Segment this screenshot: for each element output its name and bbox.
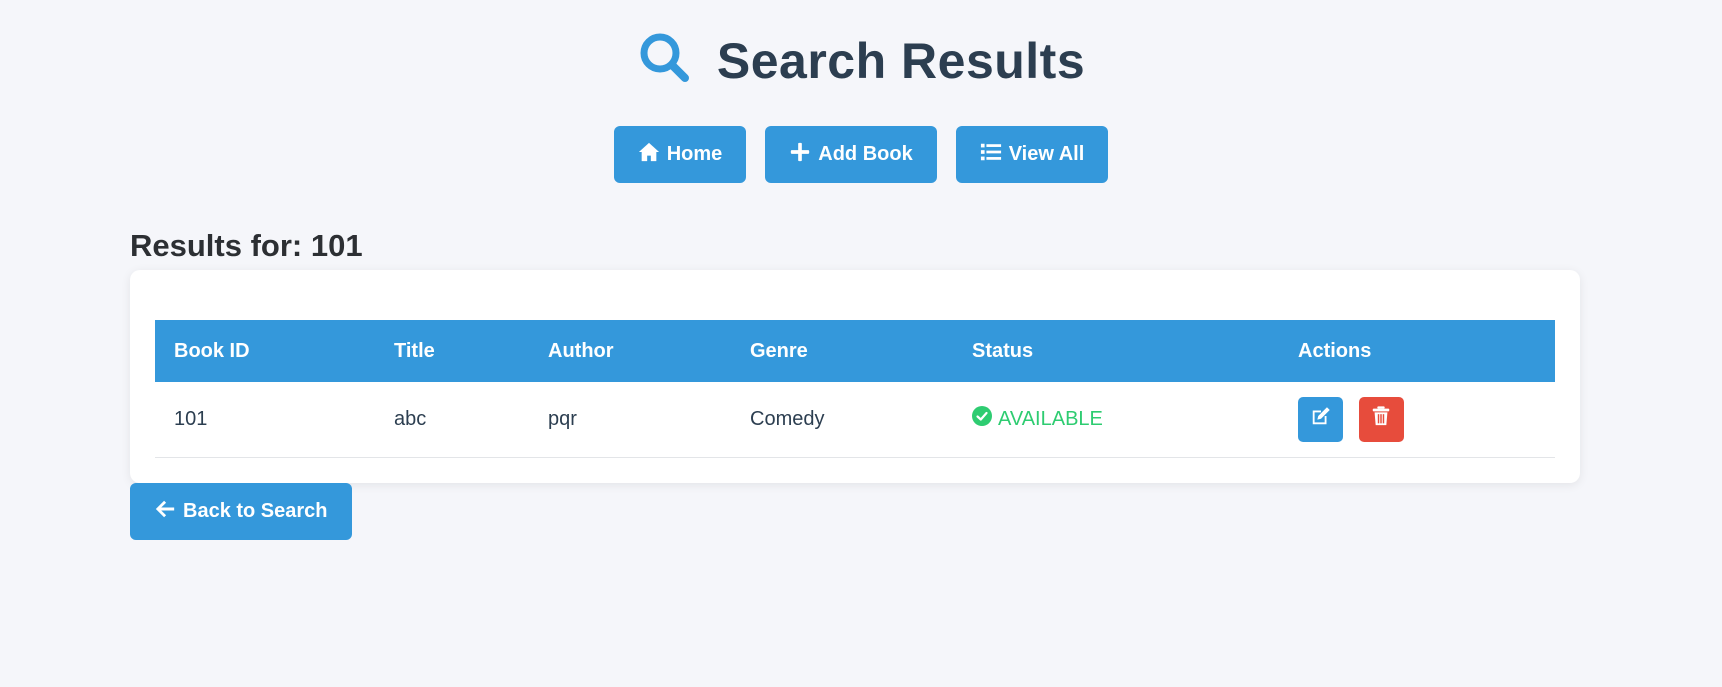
check-circle-icon [972, 406, 992, 432]
list-icon [980, 141, 1002, 169]
results-heading: Results for: 101 [130, 228, 363, 263]
search-icon [637, 30, 693, 91]
add-book-button[interactable]: Add Book [765, 126, 937, 183]
cell-title: abc [394, 407, 427, 430]
table-header-row: Book ID Title Author Genre Status Action… [155, 320, 1555, 382]
page-title: Search Results [716, 32, 1086, 89]
trash-icon [1370, 405, 1392, 433]
back-to-search-label: Back to Search [183, 500, 328, 522]
results-table: Book ID Title Author Genre Status Action… [155, 320, 1555, 458]
cell-actions [1279, 382, 1555, 457]
cell-genre: Comedy [750, 407, 825, 430]
back-to-search-button[interactable]: Back to Search [130, 483, 352, 540]
arrow-left-icon [154, 498, 176, 526]
column-header-author: Author [548, 339, 614, 362]
column-header-title: Title [394, 339, 435, 362]
results-card: Book ID Title Author Genre Status Action… [130, 270, 1580, 483]
edit-icon [1310, 405, 1332, 433]
status-badge: AVAILABLE [972, 406, 1103, 432]
view-all-button-label: View All [1008, 143, 1085, 165]
column-header-genre: Genre [750, 339, 808, 362]
home-button-label: Home [666, 143, 723, 165]
status-label: AVAILABLE [998, 407, 1103, 430]
column-header-status: Status [972, 339, 1034, 362]
cell-author: pqr [548, 407, 577, 430]
column-header-book-id: Book ID [174, 339, 250, 362]
home-button[interactable]: Home [613, 126, 747, 183]
add-book-button-label: Add Book [818, 143, 913, 165]
delete-button[interactable] [1358, 396, 1404, 442]
table-row: 101 abc pqr Comedy AVAILABLE [155, 382, 1555, 457]
cell-status: AVAILABLE [953, 382, 1279, 457]
edit-button[interactable] [1298, 396, 1343, 442]
search-results-page: Search Results Home Add Book View All Re… [0, 0, 1722, 687]
cell-book-id: 101 [174, 407, 208, 430]
home-icon [638, 141, 660, 169]
view-all-button[interactable]: View All [955, 126, 1109, 183]
plus-icon [789, 141, 811, 169]
column-header-actions: Actions [1298, 339, 1372, 362]
page-header: Search Results [0, 30, 1722, 91]
top-nav: Home Add Book View All [0, 126, 1722, 183]
